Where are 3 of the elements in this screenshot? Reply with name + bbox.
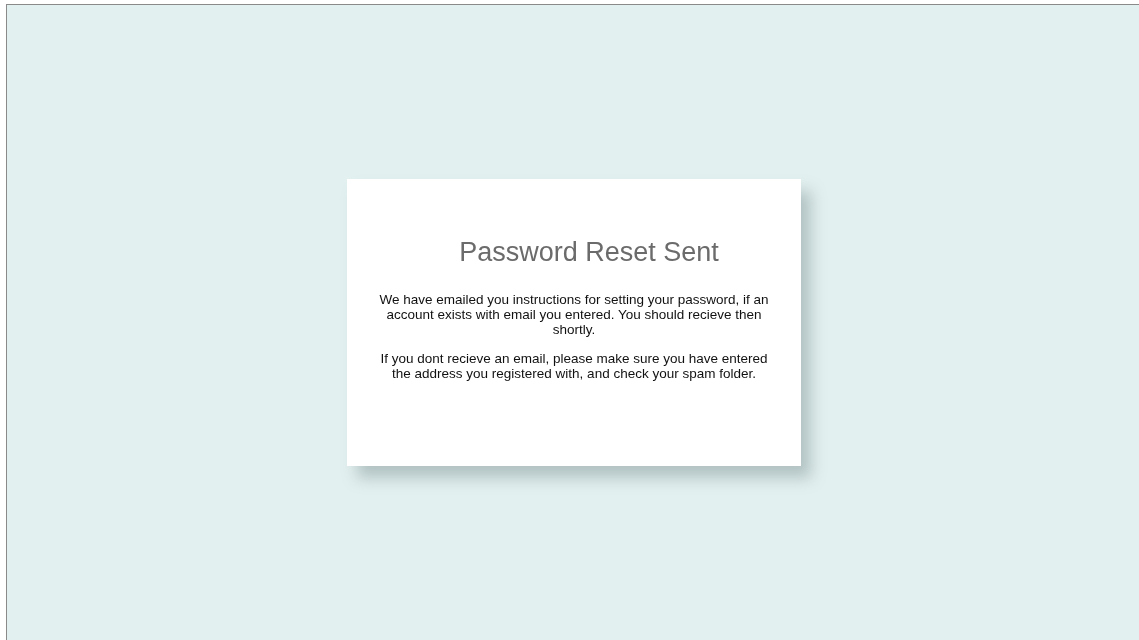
message-paragraph: If you dont recieve an email, please make sure you have entered the address you registered with, and check your spam folder. — [379, 351, 769, 381]
card-title: Password Reset Sent — [459, 237, 719, 268]
message-paragraph: We have emailed you instructions for setting your password, if an account exists with email you entered. You should recieve then shortly. — [378, 292, 770, 337]
